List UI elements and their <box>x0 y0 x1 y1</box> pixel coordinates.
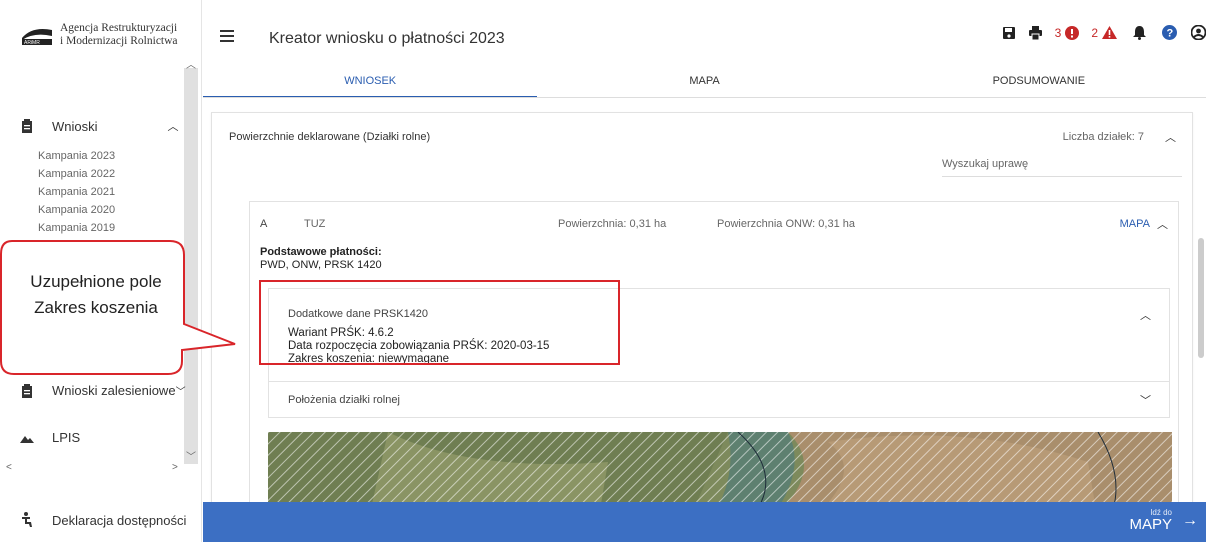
campaign-2020[interactable]: Kampania 2020 <box>38 201 115 219</box>
logo-line-2: i Modernizacji Rolnictwa <box>60 35 178 47</box>
scroll-right-icon[interactable]: > <box>172 462 178 473</box>
campaign-2021[interactable]: Kampania 2021 <box>38 183 115 201</box>
tab-podsumowanie[interactable]: PODSUMOWANIE <box>872 64 1206 98</box>
error-icon <box>1065 25 1080 40</box>
nav-wnioski-zalesieniowe[interactable]: Wnioski zalesieniowe ﹀ <box>20 383 186 398</box>
parcel-id: A <box>260 218 268 230</box>
callout-line-1: Uzupełnione pole <box>30 272 162 291</box>
callout-text: Uzupełnione pole Zakres koszenia <box>16 269 176 321</box>
menu-icon[interactable] <box>220 30 234 45</box>
svg-text:ARiMR: ARiMR <box>24 40 40 46</box>
clipboard-icon <box>22 119 32 133</box>
crop-search-input[interactable]: Wyszukaj uprawę <box>942 155 1182 177</box>
scroll-down-icon[interactable]: ﹀ <box>186 448 196 463</box>
parcel-onw-area: Powierzchnia ONW: 0,31 ha <box>717 218 855 230</box>
print-icon[interactable] <box>1028 25 1043 40</box>
nav-lpis-label: LPIS <box>52 430 81 445</box>
tab-wniosek[interactable]: WNIOSEK <box>203 64 538 98</box>
callout-line-2: Zakres koszenia <box>34 298 158 317</box>
scroll-up-icon[interactable]: ︿ <box>186 56 196 71</box>
parcel-crop: TUZ <box>304 218 326 230</box>
nav-zalesieniowe-label: Wnioski zalesieniowe <box>52 383 176 398</box>
parcel-map-link[interactable]: MAPA <box>1120 218 1150 230</box>
mountain-icon <box>20 435 34 443</box>
logo-icon: ARiMR <box>22 29 52 46</box>
sidebar-horizontal-scrollbar[interactable]: < > <box>0 462 200 476</box>
tab-bar: WNIOSEK MAPA PODSUMOWANIE <box>203 64 1206 98</box>
parcel-area: Powierzchnia: 0,31 ha <box>558 218 667 230</box>
app-header: Kreator wniosku o płatności 2023 3 2 ? W… <box>203 0 1206 98</box>
go-to-map-label: MAPY <box>1129 516 1172 533</box>
warnings-indicator[interactable]: 2 <box>1091 26 1117 40</box>
help-icon[interactable]: ? <box>1162 25 1177 40</box>
warning-count: 2 <box>1091 25 1098 40</box>
error-count: 3 <box>1054 25 1062 40</box>
parcel-count: Liczba działek: 7 <box>1062 131 1144 143</box>
campaign-list: Kampania 2023 Kampania 2022 Kampania 202… <box>38 147 115 237</box>
campaign-2022[interactable]: Kampania 2022 <box>38 165 115 183</box>
nav-lpis[interactable]: LPIS <box>20 430 80 445</box>
go-to-map-button[interactable]: Idź do MAPY → <box>1129 508 1198 533</box>
tab-mapa[interactable]: MAPA <box>537 64 871 98</box>
panel-title: Powierzchnie deklarowane (Działki rolne) <box>229 131 431 143</box>
nav-wnioski[interactable]: Wnioski ︿ <box>20 118 179 134</box>
chevron-down-icon: ﹀ <box>175 387 186 398</box>
page-title: Kreator wniosku o płatności 2023 <box>269 30 505 47</box>
campaign-2023[interactable]: Kampania 2023 <box>38 147 115 165</box>
save-icon[interactable] <box>1002 26 1016 40</box>
accessibility-icon <box>22 512 32 527</box>
go-to-label: Idź do <box>1150 508 1172 517</box>
content-scrollbar[interactable] <box>1198 238 1204 358</box>
clipboard-icon <box>22 383 32 398</box>
parcel-location-panel[interactable]: Położenia działki rolnej ﹀ <box>268 382 1170 418</box>
footer-bar: Idź do MAPY → <box>203 502 1206 542</box>
campaign-2019[interactable]: Kampania 2019 <box>38 219 115 237</box>
bell-icon[interactable] <box>1133 25 1146 40</box>
arrow-right-icon: → <box>1182 511 1198 529</box>
svg-text:?: ? <box>1167 28 1174 40</box>
nav-accessibility[interactable]: Deklaracja dostępności <box>20 512 186 528</box>
chevron-up-icon[interactable]: ︿ <box>1165 129 1176 145</box>
accessibility-label: Deklaracja dostępności <box>52 512 187 528</box>
header-actions: 3 2 ? <box>990 25 1206 40</box>
payments-value: PWD, ONW, PRSK 1420 <box>260 259 382 271</box>
chevron-up-icon: ︿ <box>167 121 179 133</box>
account-icon[interactable] <box>1191 25 1206 40</box>
chevron-up-icon[interactable]: ︿ <box>1140 307 1151 323</box>
logo-line-1: Agencja Restrukturyzacji <box>60 22 178 34</box>
scroll-left-icon[interactable]: < <box>6 462 12 473</box>
nav-wnioski-label: Wnioski <box>52 118 98 134</box>
chevron-up-icon[interactable]: ︿ <box>1157 216 1168 232</box>
errors-indicator[interactable]: 3 <box>1054 25 1080 40</box>
agency-logo[interactable]: ARiMR Agencja Restrukturyzacji i Moderni… <box>20 22 178 48</box>
payments-label: Podstawowe płatności: <box>260 246 382 258</box>
chevron-down-icon: ﹀ <box>1140 395 1151 407</box>
warning-icon <box>1102 26 1117 39</box>
location-title: Położenia działki rolnej <box>288 394 400 406</box>
highlight-box <box>259 280 620 365</box>
